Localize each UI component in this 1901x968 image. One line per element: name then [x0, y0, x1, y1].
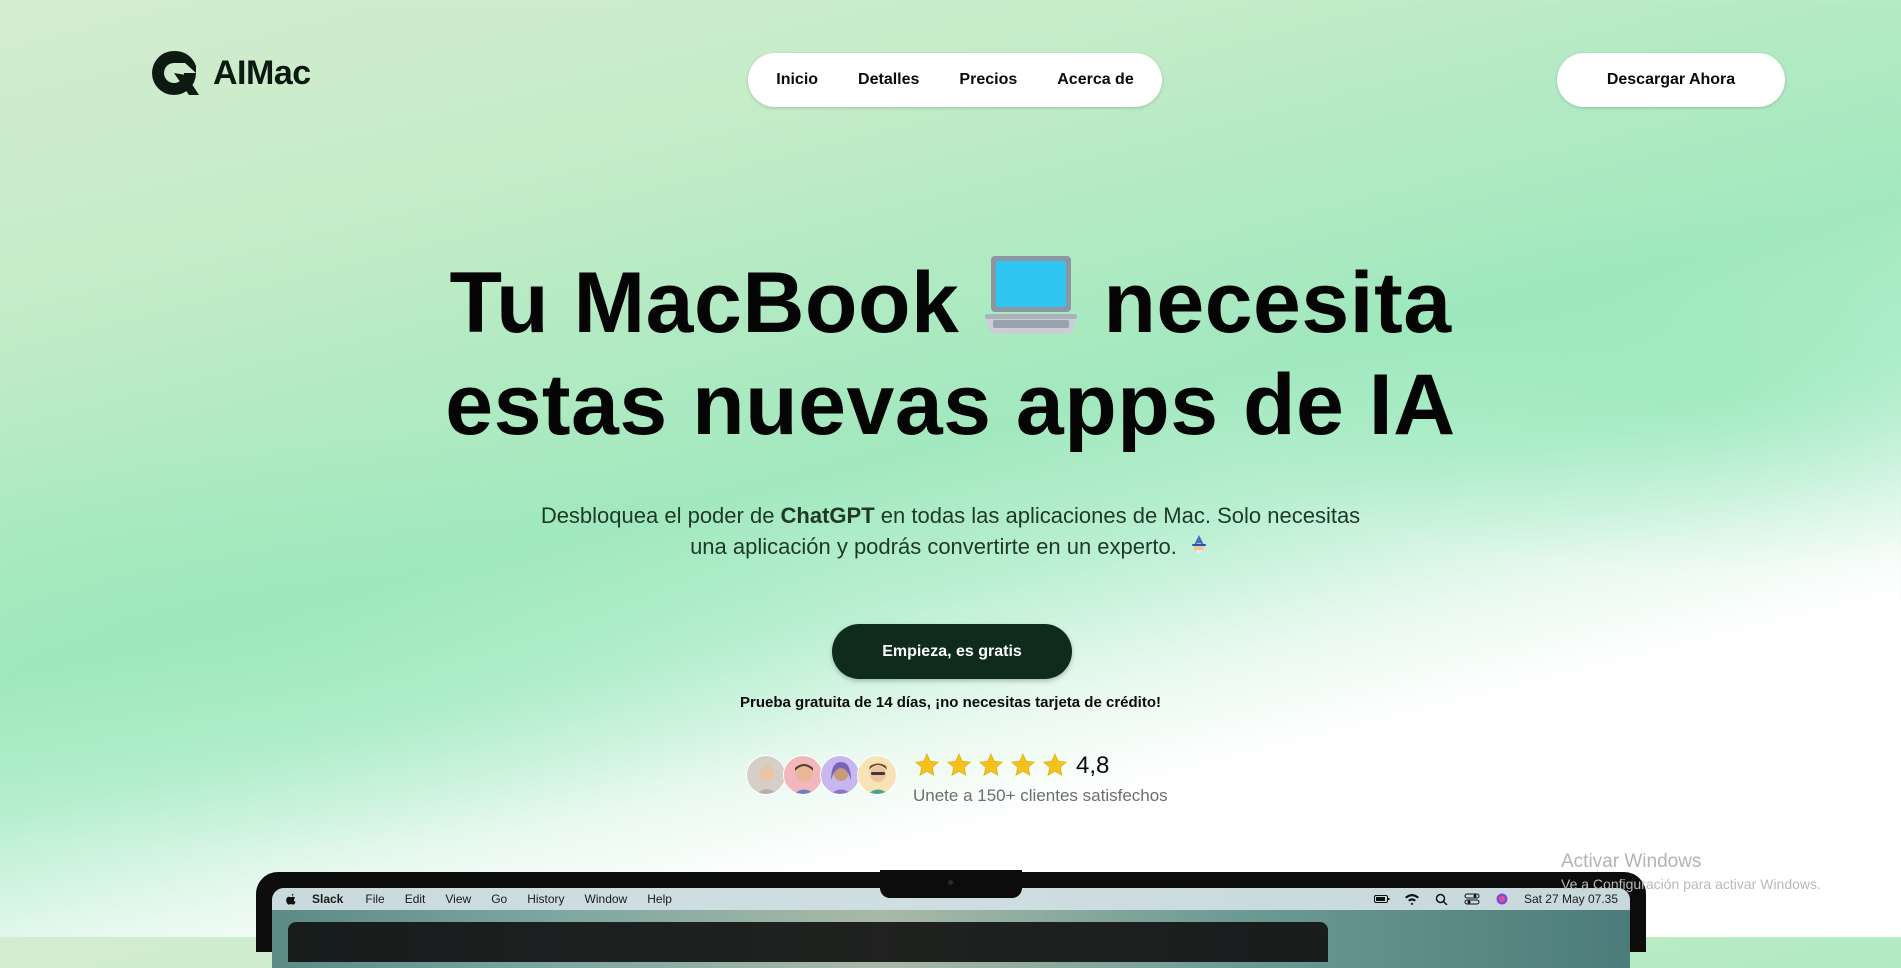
avatar — [857, 755, 897, 795]
mac-menu-view: View — [445, 892, 472, 906]
nav-link-detalles[interactable]: Detalles — [858, 71, 919, 89]
siri-icon — [1496, 893, 1508, 905]
brand-name: AIMac — [213, 53, 311, 92]
battery-icon — [1373, 895, 1390, 903]
star-icon — [1010, 753, 1036, 776]
laptop-emoji — [985, 256, 1078, 334]
avatar — [746, 755, 786, 795]
rating-stars — [914, 752, 1068, 778]
mac-menu-edit: Edit — [404, 892, 426, 906]
subtitle-bold: ChatGPT — [780, 503, 875, 528]
mac-clock: Sat 27 May 07.35 — [1523, 892, 1618, 906]
start-free-button[interactable]: Empieza, es gratis — [832, 624, 1072, 679]
hero-title-line1-before: Tu MacBook — [449, 255, 960, 351]
mac-menu-file: File — [365, 892, 385, 906]
mac-app-window — [288, 922, 1328, 962]
hero-subtitle: Desbloquea el poder de ChatGPT en todas … — [0, 500, 1901, 562]
mac-menu-help: Help — [647, 892, 672, 906]
windows-activation-subtitle: Ve a Configuración para activar Windows. — [1561, 876, 1821, 892]
avatar — [783, 755, 823, 795]
hero-title-line1-after: necesita — [1103, 255, 1452, 351]
hero-title: Tu MacBook necesita estas nuevas apps de… — [0, 252, 1901, 456]
macbook-notch — [880, 870, 1022, 898]
star-icon — [978, 753, 1004, 776]
nav-link-inicio[interactable]: Inicio — [776, 71, 818, 89]
download-now-button[interactable]: Descargar Ahora — [1557, 53, 1785, 107]
customers-count-text: Unete a 150+ clientes satisfechos — [913, 786, 1168, 805]
subtitle-part2: en todas las aplicaciones de Mac. Solo n… — [874, 503, 1361, 528]
star-icon — [946, 753, 972, 776]
logo-icon — [152, 50, 199, 95]
wizard-emoji — [1191, 535, 1206, 554]
nav-link-precios[interactable]: Precios — [959, 71, 1017, 89]
trial-note: Prueba gratuita de 14 días, ¡no necesita… — [740, 694, 1161, 711]
camera-icon — [948, 880, 953, 885]
main-nav: Inicio Detalles Precios Acerca de — [748, 53, 1162, 107]
mac-menu-window: Window — [584, 892, 628, 906]
search-icon — [1435, 893, 1448, 905]
mac-app-name: Slack — [312, 892, 344, 906]
subtitle-part1: Desbloquea el poder de — [540, 503, 781, 528]
apple-icon — [286, 893, 296, 905]
hero-title-line2: estas nuevas apps de IA — [445, 357, 1456, 453]
rating-value: 4,8 — [1076, 752, 1110, 779]
subtitle-line2: una aplicación y podrás convertirte en u… — [690, 534, 1177, 559]
mac-menu-history: History — [527, 892, 565, 906]
brand-logo[interactable]: AIMac — [149, 48, 311, 98]
star-icon — [914, 753, 940, 776]
nav-link-acerca-de[interactable]: Acerca de — [1057, 71, 1134, 89]
wifi-icon — [1404, 894, 1419, 905]
star-icon — [1042, 753, 1068, 776]
windows-activation-title: Activar Windows — [1561, 851, 1702, 872]
mac-menu-go: Go — [491, 892, 508, 906]
control-center-icon — [1464, 893, 1480, 905]
macbook-screen: Slack File Edit View Go History Window H… — [272, 888, 1630, 968]
macbook-preview: Slack File Edit View Go History Window H… — [256, 870, 1646, 968]
customer-avatars — [746, 755, 902, 797]
avatar — [820, 755, 860, 795]
